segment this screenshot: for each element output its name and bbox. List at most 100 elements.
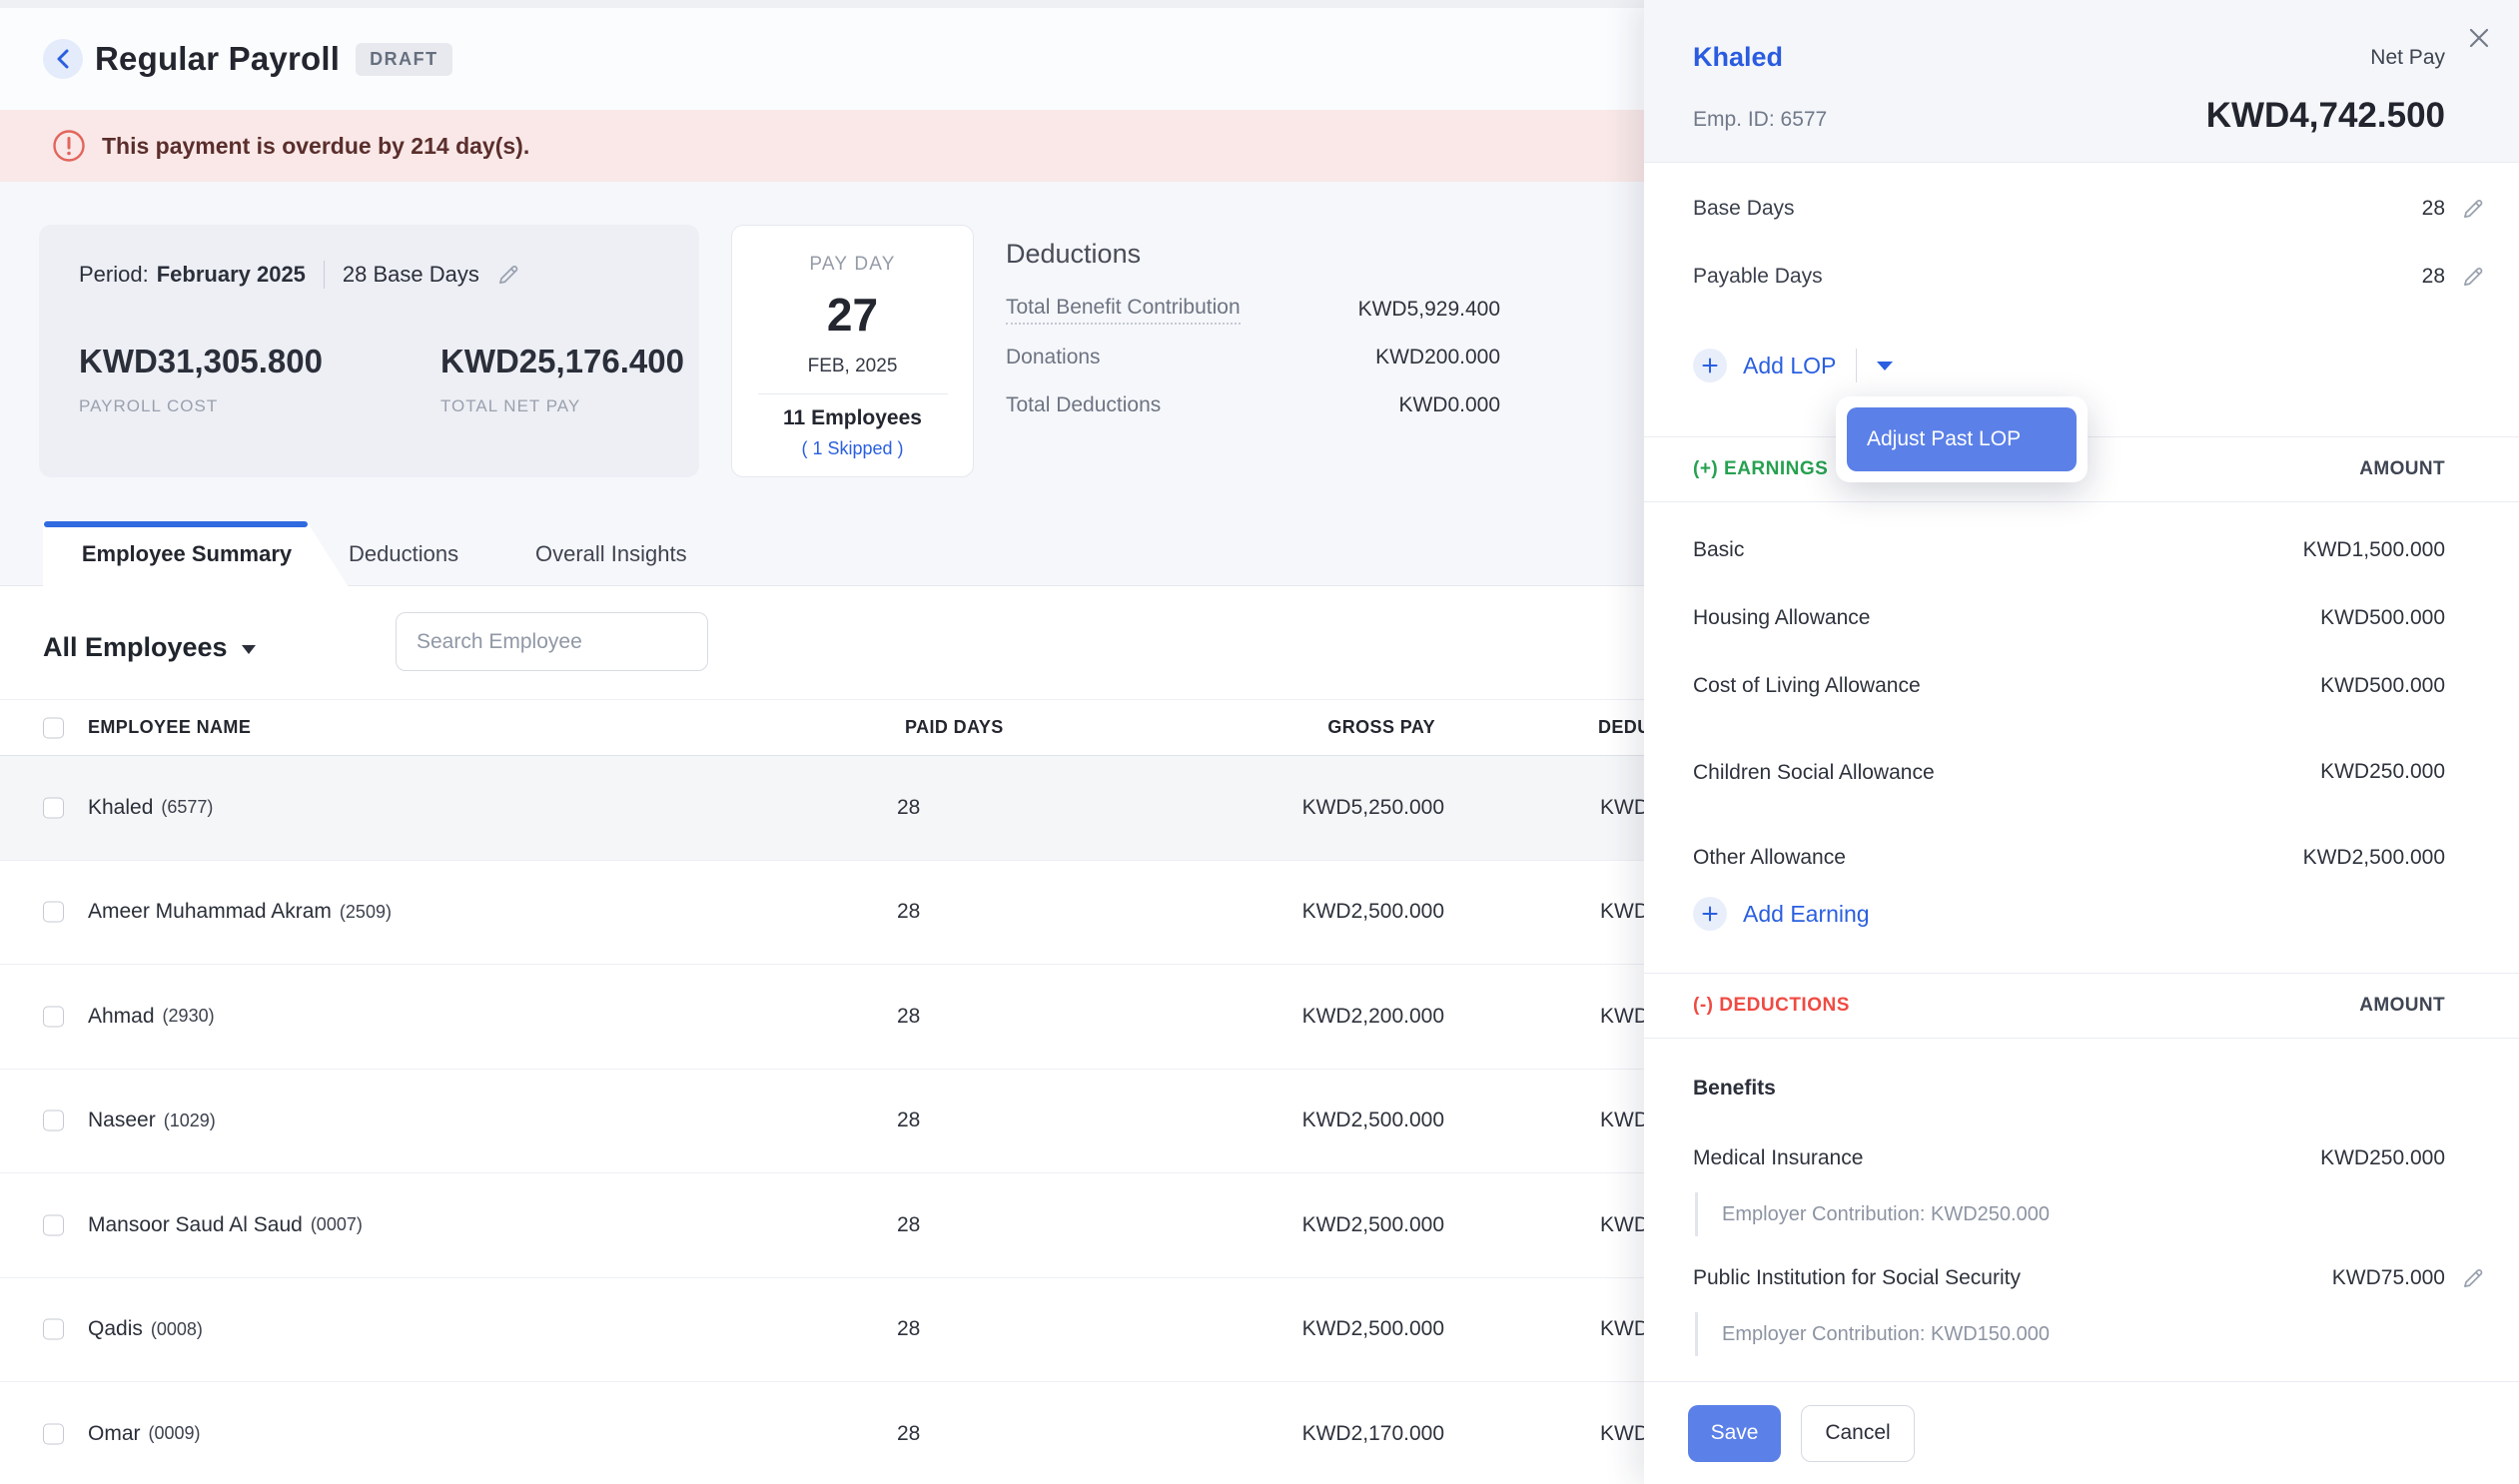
edit-benefit-button[interactable]: [2458, 1265, 2486, 1291]
edit-payable-days-button[interactable]: [2458, 264, 2486, 290]
earning-value: KWD500.000: [2320, 674, 2445, 698]
employee-id: (1029): [164, 1111, 216, 1131]
payroll-cost-amount: KWD31,305.800: [79, 343, 323, 380]
gross-pay: KWD2,170.000: [1302, 1382, 1444, 1484]
skipped-link[interactable]: ( 1 Skipped ): [732, 438, 973, 459]
benefit-row: Public Institution for Social Security K…: [1644, 1244, 2519, 1312]
employee-name: Mansoor Saud Al Saud: [88, 1213, 303, 1237]
gross-pay: KWD5,250.000: [1302, 756, 1444, 860]
employee-name: Khaled: [88, 796, 153, 820]
add-lop-button[interactable]: Add LOP: [1693, 349, 1836, 382]
edit-base-days-button[interactable]: [2458, 196, 2486, 222]
add-lop-dropdown: Adjust Past LOP: [1836, 396, 2088, 482]
employee-name: Ameer Muhammad Akram: [88, 900, 332, 924]
row-checkbox[interactable]: [43, 902, 64, 923]
row-checkbox[interactable]: [43, 1423, 64, 1444]
payroll-cost-label: PAYROLL COST: [79, 396, 323, 416]
all-employees-label: All Employees: [43, 632, 228, 663]
earning-label: Other Allowance: [1693, 846, 1846, 870]
divider: [1856, 349, 1857, 382]
deductions-cell: KWD: [1600, 965, 1649, 1069]
earnings-header-label: (+) EARNINGS: [1693, 458, 1828, 480]
alert-icon: [52, 129, 86, 163]
pencil-icon: [2460, 264, 2486, 290]
drawer-header: Khaled Net Pay Emp. ID: 6577 KWD4,742.50…: [1644, 0, 2519, 163]
deductions-cell: KWD: [1600, 1070, 1649, 1173]
amount-header: AMOUNT: [2359, 995, 2445, 1017]
earning-row: Basic KWD1,500.000: [1644, 516, 2519, 584]
chevron-left-icon: [54, 48, 72, 70]
payable-days-row: Payable Days 28: [1644, 243, 2519, 311]
donations-label: Donations: [1006, 346, 1101, 370]
close-icon: [2467, 26, 2491, 50]
row-checkbox[interactable]: [43, 1214, 64, 1235]
earning-value: KWD1,500.000: [2303, 538, 2445, 562]
payday-month-year: FEB, 2025: [732, 356, 973, 377]
paid-days: 28: [897, 1070, 920, 1173]
deduction-summary-row: Total Deductions KWD0.000: [1006, 381, 1500, 429]
earning-value: KWD2,500.000: [2303, 846, 2445, 870]
add-earning-label: Add Earning: [1743, 901, 1870, 928]
search-employee-input[interactable]: [417, 630, 687, 654]
caret-down-icon: [242, 645, 256, 654]
benefit-label: Public Institution for Social Security: [1693, 1266, 2021, 1290]
total-net-pay-amount: KWD25,176.400: [440, 343, 684, 380]
row-checkbox[interactable]: [43, 1111, 64, 1131]
tab-overall-insights[interactable]: Overall Insights: [535, 521, 687, 586]
adjust-past-lop-item[interactable]: Adjust Past LOP: [1847, 407, 2077, 471]
gross-pay: KWD2,500.000: [1302, 1070, 1444, 1173]
save-button[interactable]: Save: [1688, 1405, 1781, 1462]
alert-text: This payment is overdue by 214 day(s).: [102, 133, 529, 160]
tab-employee-summary[interactable]: Employee Summary: [43, 521, 349, 587]
deductions-cell: KWD: [1600, 861, 1649, 965]
earning-value: KWD500.000: [2320, 606, 2445, 630]
page-title: Regular Payroll: [95, 40, 340, 78]
payday-card: PAY DAY 27 FEB, 2025 11 Employees ( 1 Sk…: [731, 225, 974, 477]
deductions-cell: KWD: [1600, 1278, 1649, 1382]
add-earning-button[interactable]: Add Earning: [1644, 892, 2519, 936]
earnings-list: Basic KWD1,500.000 Housing Allowance KWD…: [1644, 502, 2519, 936]
employee-name-link[interactable]: Khaled: [1693, 42, 1783, 73]
deductions-cell: KWD: [1600, 1382, 1649, 1484]
deductions-title: Deductions: [1006, 239, 1500, 270]
employer-contribution-note: Employer Contribution: KWD150.000: [1695, 1312, 2445, 1356]
gross-pay: KWD2,500.000: [1302, 861, 1444, 965]
base-days-label: Base Days: [1693, 197, 1795, 221]
add-lop-row: Add LOP: [1644, 332, 2519, 399]
divider: [758, 393, 948, 394]
row-checkbox[interactable]: [43, 797, 64, 818]
cancel-button[interactable]: Cancel: [1801, 1405, 1915, 1462]
paid-days: 28: [897, 965, 920, 1069]
donations-value: KWD200.000: [1375, 346, 1500, 370]
total-benefit-contribution-label[interactable]: Total Benefit Contribution: [1006, 296, 1241, 325]
employee-id: (0008): [151, 1319, 203, 1340]
search-employee-select[interactable]: [396, 612, 708, 671]
close-button[interactable]: [2461, 20, 2497, 56]
total-net-pay-label: TOTAL NET PAY: [440, 396, 684, 416]
employee-id: (0009): [149, 1423, 201, 1444]
tab-deductions[interactable]: Deductions: [349, 521, 458, 586]
payable-days-value: 28: [2422, 265, 2445, 289]
column-gross-pay: GROSS PAY: [1327, 700, 1435, 755]
column-paid-days: PAID DAYS: [905, 700, 1004, 755]
earning-row: Children Social Allowance KWD250.000: [1644, 720, 2519, 824]
employee-id-text: Emp. ID: 6577: [1693, 108, 1827, 136]
earning-label: Cost of Living Allowance: [1693, 674, 1921, 698]
row-checkbox[interactable]: [43, 1319, 64, 1340]
back-button[interactable]: [43, 39, 83, 79]
total-deductions-value: KWD0.000: [1398, 393, 1500, 417]
edit-base-days-icon[interactable]: [495, 262, 521, 288]
base-days-value: 28: [2422, 197, 2445, 221]
employee-count: 11 Employees: [732, 406, 973, 430]
all-employees-dropdown[interactable]: All Employees: [43, 627, 256, 667]
payable-days-label: Payable Days: [1693, 265, 1823, 289]
employee-name: Omar: [88, 1422, 141, 1446]
paid-days: 28: [897, 1382, 920, 1484]
add-lop-caret-icon[interactable]: [1877, 362, 1893, 371]
employee-pay-drawer: Khaled Net Pay Emp. ID: 6577 KWD4,742.50…: [1644, 0, 2519, 1484]
payday-label: PAY DAY: [732, 254, 973, 276]
employee-id: (6577): [161, 797, 213, 818]
employee-id: (2930): [163, 1006, 215, 1027]
select-all-checkbox[interactable]: [43, 717, 64, 738]
row-checkbox[interactable]: [43, 1006, 64, 1027]
